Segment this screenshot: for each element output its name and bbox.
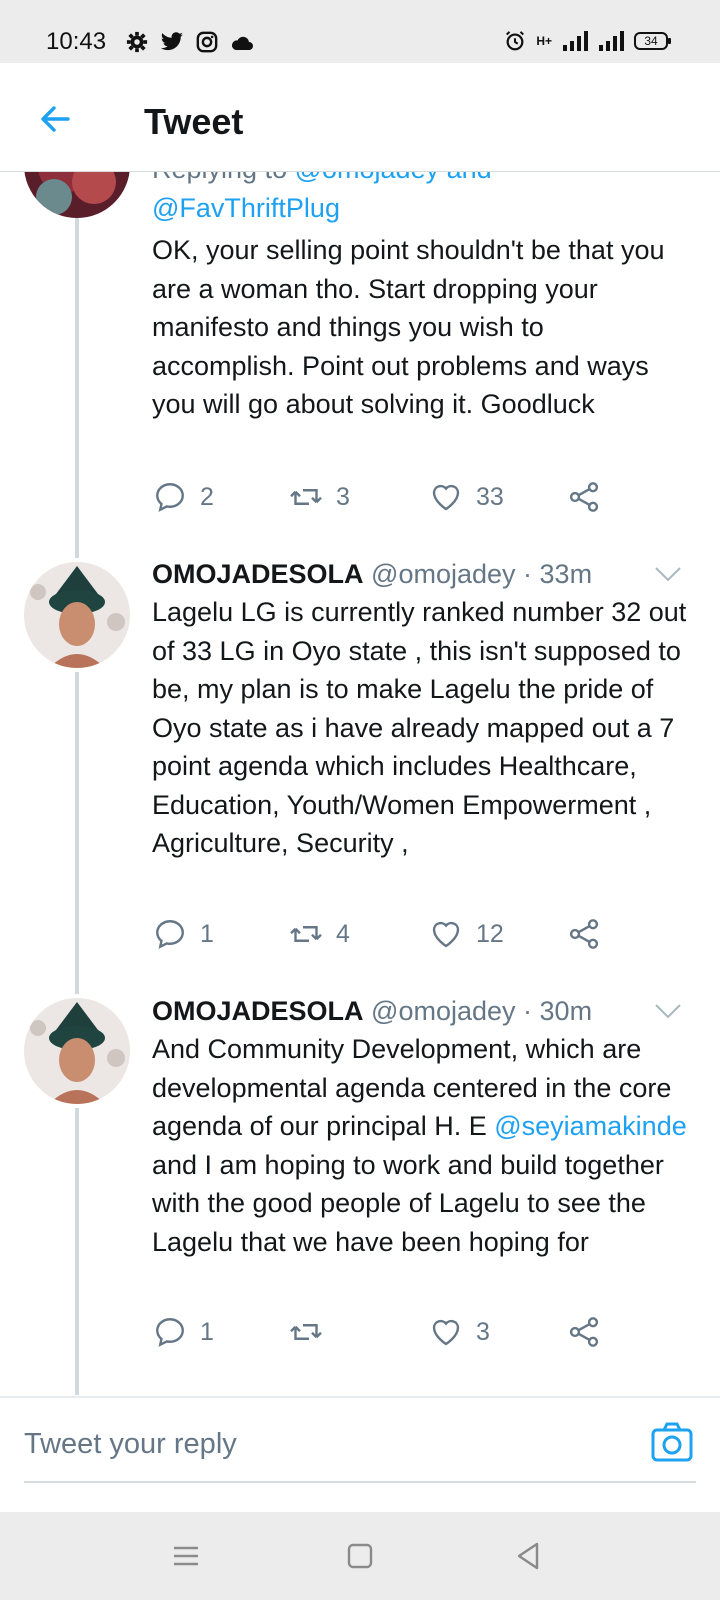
heart-icon bbox=[432, 1319, 460, 1346]
retweet-button[interactable]: 3 bbox=[288, 479, 350, 515]
heart-icon bbox=[432, 921, 460, 948]
camera-icon[interactable] bbox=[650, 1420, 694, 1464]
page-title: Tweet bbox=[144, 101, 244, 142]
tweet-header: OMOJADESOLA @omojadey · 33m bbox=[152, 555, 692, 593]
tweet[interactable]: OMOJADESOLA @omojadey · 30m And Communit… bbox=[152, 992, 692, 1261]
tweet-text-part: and I am hoping to work and build togeth… bbox=[152, 1149, 664, 1257]
reply-icon bbox=[156, 483, 184, 512]
share-icon bbox=[569, 1317, 599, 1347]
retweet-count: 4 bbox=[336, 919, 350, 948]
author-name[interactable]: OMOJADESOLA bbox=[152, 559, 364, 589]
tweet-actions: 1 3 bbox=[152, 1314, 612, 1354]
retweet-icon bbox=[290, 1324, 322, 1340]
tweet-text: OK, your selling point shouldn't be that… bbox=[152, 235, 665, 419]
tweet-thread[interactable]: Replying to @omojadey and @FavThriftPlug… bbox=[0, 0, 720, 1395]
like-count: 12 bbox=[476, 919, 504, 948]
share-button[interactable] bbox=[566, 479, 602, 515]
tweet-actions: 1 4 12 bbox=[152, 916, 612, 956]
tweet-time: · 30m bbox=[523, 996, 593, 1026]
reply-button[interactable]: 1 bbox=[152, 916, 214, 952]
back-icon[interactable] bbox=[510, 1538, 546, 1574]
tweet[interactable]: Replying to @omojadey and @FavThriftPlug… bbox=[152, 150, 692, 424]
retweet-icon bbox=[290, 926, 322, 942]
thread-line bbox=[75, 672, 79, 994]
tweet-header: OMOJADESOLA @omojadey · 30m bbox=[152, 992, 692, 1030]
heart-icon bbox=[432, 484, 460, 511]
thread-line bbox=[75, 172, 79, 558]
author-handle[interactable]: @omojadey bbox=[371, 996, 515, 1026]
like-count: 3 bbox=[476, 1317, 490, 1346]
author-name[interactable]: OMOJADESOLA bbox=[152, 996, 364, 1026]
system-nav-bar bbox=[0, 1512, 720, 1600]
reply-button[interactable]: 1 bbox=[152, 1314, 214, 1350]
tweet[interactable]: OMOJADESOLA @omojadey · 33m Lagelu LG is… bbox=[152, 555, 692, 863]
like-button[interactable]: 12 bbox=[428, 916, 504, 952]
chevron-down-icon[interactable] bbox=[654, 566, 682, 582]
share-icon bbox=[569, 919, 599, 949]
author-handle[interactable]: @omojadey bbox=[371, 559, 515, 589]
reply-composer: Tweet your reply bbox=[0, 1396, 720, 1493]
reply-count: 2 bbox=[200, 482, 214, 511]
back-arrow-icon[interactable] bbox=[36, 99, 76, 139]
reply-context-2: @FavThriftPlug bbox=[152, 189, 692, 228]
retweet-icon bbox=[290, 489, 322, 505]
tweet-time: · 33m bbox=[523, 559, 593, 589]
tweet-text: And Community Development, which are dev… bbox=[152, 1030, 697, 1261]
tweet-actions: 2 3 33 bbox=[152, 479, 612, 519]
share-button[interactable] bbox=[566, 916, 602, 952]
reply-mention-link[interactable]: @FavThriftPlug bbox=[152, 193, 340, 223]
thread-line bbox=[75, 1108, 79, 1395]
mention-link[interactable]: @seyiamakinde bbox=[494, 1111, 687, 1141]
chevron-down-icon[interactable] bbox=[654, 1003, 682, 1019]
like-button[interactable]: 33 bbox=[428, 479, 504, 515]
retweet-button[interactable]: 4 bbox=[288, 916, 350, 952]
reply-button[interactable]: 2 bbox=[152, 479, 214, 515]
reply-icon bbox=[156, 1318, 184, 1347]
divider bbox=[24, 1481, 696, 1483]
retweet-count: 3 bbox=[336, 482, 350, 511]
share-button[interactable] bbox=[566, 1314, 602, 1350]
like-count: 33 bbox=[476, 482, 504, 511]
reply-icon bbox=[156, 920, 184, 949]
tweet-text: Lagelu LG is currently ranked number 32 … bbox=[152, 597, 687, 858]
retweet-button[interactable] bbox=[288, 1314, 336, 1350]
reply-count: 1 bbox=[200, 919, 214, 948]
avatar[interactable] bbox=[24, 562, 130, 668]
menu-icon[interactable] bbox=[168, 1538, 204, 1574]
share-icon bbox=[569, 482, 599, 512]
reply-input[interactable]: Tweet your reply bbox=[24, 1428, 237, 1461]
reply-count: 1 bbox=[200, 1317, 214, 1346]
home-icon[interactable] bbox=[342, 1538, 378, 1574]
app-header: Tweet bbox=[0, 63, 720, 172]
avatar[interactable] bbox=[24, 998, 130, 1104]
like-button[interactable]: 3 bbox=[428, 1314, 490, 1350]
